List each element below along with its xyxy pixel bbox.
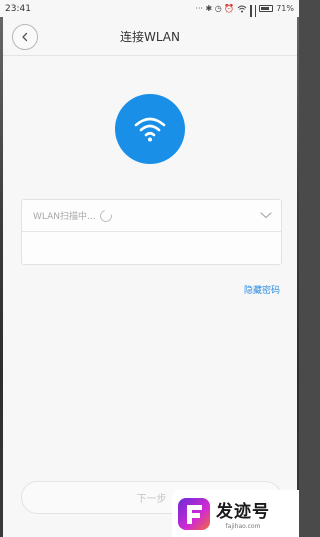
network-select-placeholder: WLAN扫描中... [33, 212, 96, 222]
header: 连接WLAN [3, 17, 297, 55]
status-time: 23:41 [5, 3, 31, 14]
next-button-label: 下一步 [136, 494, 167, 505]
connect-wlan-sheet: 连接WLAN WLAN扫描中... 隐藏密码 下一步 [3, 17, 297, 537]
wlan-form: WLAN扫描中... [21, 199, 282, 265]
wifi-badge [115, 94, 185, 164]
page-title: 连接WLAN [119, 29, 180, 44]
battery-percent: 71% [276, 4, 294, 13]
status-icons: ··· ✱ ◷ ⏰ 71% [195, 4, 294, 28]
loading-spinner-icon [97, 207, 114, 224]
status-bar: 23:41 ··· ✱ ◷ ⏰ 71% [0, 0, 299, 28]
password-field[interactable] [22, 233, 281, 264]
chevron-left-icon [22, 32, 28, 42]
watermark-text: 发迹号 fajihao.com [216, 497, 270, 530]
signal-icon-2 [254, 4, 257, 28]
watermark-title: 发迹号 [216, 502, 270, 522]
signal-icon [250, 4, 252, 28]
status-indicators: ··· ✱ ◷ ⏰ [195, 4, 235, 13]
network-select[interactable]: WLAN扫描中... [22, 200, 281, 232]
watermark-logo-icon [178, 497, 210, 530]
hide-password-link[interactable]: 隐藏密码 [244, 283, 280, 296]
chevron-down-icon[interactable] [259, 210, 273, 220]
battery-icon [259, 5, 274, 12]
header-divider [3, 55, 297, 56]
wifi-status-icon [237, 5, 247, 12]
watermark-subtitle: fajihao.com [225, 523, 261, 530]
back-button[interactable] [12, 24, 38, 50]
watermark: 发迹号 fajihao.com [172, 490, 299, 537]
wifi-icon [134, 117, 166, 142]
